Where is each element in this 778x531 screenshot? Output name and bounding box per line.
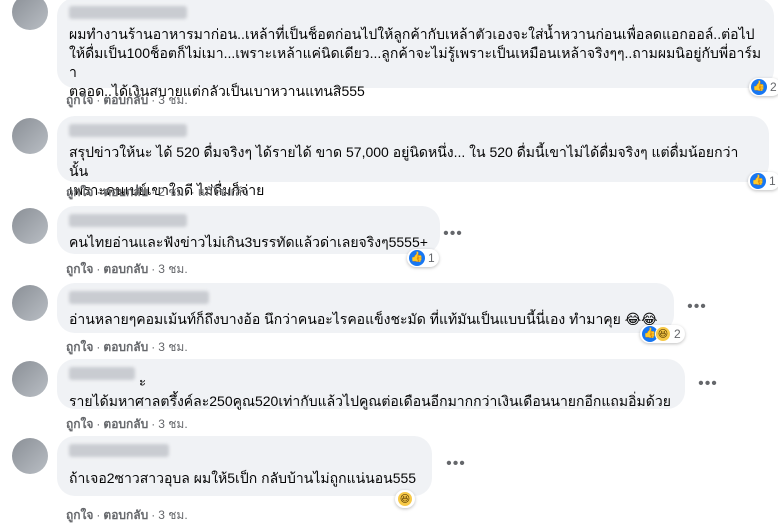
author-name-redacted[interactable]	[69, 367, 135, 380]
haha-reaction-icon: 😆	[397, 491, 413, 507]
reply-link[interactable]: ตอบกลับ	[103, 183, 148, 202]
reaction-count: 2	[674, 327, 681, 341]
more-options-icon[interactable]: •••	[697, 376, 719, 393]
author-name-redacted[interactable]	[69, 6, 187, 19]
like-reaction-icon: 👍	[409, 250, 425, 266]
like-link[interactable]: ถูกใจ	[66, 338, 93, 357]
reaction-summary[interactable]: 👍 2	[749, 78, 778, 96]
author-name-redacted[interactable]	[69, 444, 169, 457]
reply-link[interactable]: ตอบกลับ	[103, 260, 148, 279]
comment-bubble: ะ รายได้มหาศาลตรึ้งค์ละ250คูณ520เท่ากับแ…	[57, 359, 685, 409]
reaction-count: 1	[769, 174, 776, 188]
comment-actions: ถูกใจ · ตอบกลับ · 3 ชม.	[66, 91, 188, 110]
comment-bubble: ถ้าเจอ2ซาวสาวอุบล ผมให้5เป็ก กลับบ้านไม่…	[57, 436, 432, 496]
timestamp[interactable]: 3 ชม.	[158, 338, 187, 357]
reaction-summary[interactable]: 👍 😆 2	[640, 325, 685, 343]
comment-text: ถ้าเจอ2ซาวสาวอุบล ผมให้5เป็ก กลับบ้านไม่…	[69, 470, 417, 486]
author-name-suffix: ะ	[139, 374, 146, 389]
author-name-redacted[interactable]	[69, 291, 209, 304]
comment-bubble: อ่านหลายๆคอมเม้นท์ก็ถึงบางอ้อ นึกว่าคนอะ…	[57, 283, 674, 333]
comment-actions: ถูกใจ · ตอบกลับ · 2 ชม. · แก้ไขแล้ว	[66, 183, 249, 202]
comment-bubble: สรุปข่าวให้นะ ได้ 520 ดื่มจริงๆ ได้รายได…	[57, 116, 769, 198]
comment-actions: ถูกใจ · ตอบกลับ · 3 ชม.	[66, 506, 188, 525]
avatar[interactable]	[12, 438, 48, 474]
author-name-redacted[interactable]	[69, 124, 187, 137]
comment-text: อ่านหลายๆคอมเม้นท์ก็ถึงบางอ้อ นึกว่าคนอะ…	[69, 311, 658, 327]
like-link[interactable]: ถูกใจ	[66, 91, 93, 110]
avatar[interactable]	[12, 118, 48, 154]
comment-actions: ถูกใจ · ตอบกลับ · 3 ชม.	[66, 260, 188, 279]
reaction-count: 1	[428, 251, 435, 265]
comment-bubble: คนไทยอ่านและฟังข่าวไม่เกิน3บรรทัดแล้วด่า…	[57, 206, 440, 254]
avatar[interactable]	[12, 0, 48, 30]
reaction-summary[interactable]: 👍 1	[407, 249, 439, 267]
reaction-summary[interactable]: 👍 1	[748, 172, 778, 190]
reply-link[interactable]: ตอบกลับ	[103, 506, 148, 525]
like-link[interactable]: ถูกใจ	[66, 183, 93, 202]
comment-actions: ถูกใจ · ตอบกลับ · 3 ชม.	[66, 338, 188, 357]
like-link[interactable]: ถูกใจ	[66, 260, 93, 279]
timestamp[interactable]: 3 ชม.	[158, 506, 187, 525]
like-link[interactable]: ถูกใจ	[66, 506, 93, 525]
timestamp[interactable]: 3 ชม.	[158, 415, 187, 434]
comment-bubble: ผมทำงานร้านอาหารมาก่อน..เหล้าที่เป็นช็อต…	[57, 0, 774, 99]
reaction-summary[interactable]: 😆	[395, 490, 415, 508]
timestamp[interactable]: 2 ชม.	[158, 183, 187, 202]
haha-reaction-icon: 😆	[655, 326, 671, 342]
comment-text: รายได้มหาศาลตรึ้งค์ละ250คูณ520เท่ากับแล้…	[69, 393, 671, 409]
timestamp[interactable]: 3 ชม.	[158, 91, 187, 110]
like-reaction-icon: 👍	[750, 173, 766, 189]
more-options-icon[interactable]: •••	[445, 456, 467, 473]
like-link[interactable]: ถูกใจ	[66, 415, 93, 434]
avatar[interactable]	[12, 361, 48, 397]
avatar[interactable]	[12, 285, 48, 321]
author-name-redacted[interactable]	[69, 214, 187, 227]
reaction-count: 2	[770, 80, 777, 94]
comment-text: ผมทำงานร้านอาหารมาก่อน..เหล้าที่เป็นช็อต…	[69, 26, 762, 99]
avatar[interactable]	[12, 208, 48, 244]
timestamp[interactable]: 3 ชม.	[158, 260, 187, 279]
more-options-icon[interactable]: •••	[686, 299, 708, 316]
more-options-icon[interactable]: •••	[442, 226, 464, 243]
edited-label[interactable]: แก้ไขแล้ว	[198, 183, 249, 202]
like-reaction-icon: 👍	[751, 79, 767, 95]
comment-text: คนไทยอ่านและฟังข่าวไม่เกิน3บรรทัดแล้วด่า…	[69, 234, 428, 250]
comment-actions: ถูกใจ · ตอบกลับ · 3 ชม.	[66, 415, 188, 434]
reply-link[interactable]: ตอบกลับ	[103, 91, 148, 110]
reply-link[interactable]: ตอบกลับ	[103, 415, 148, 434]
reply-link[interactable]: ตอบกลับ	[103, 338, 148, 357]
